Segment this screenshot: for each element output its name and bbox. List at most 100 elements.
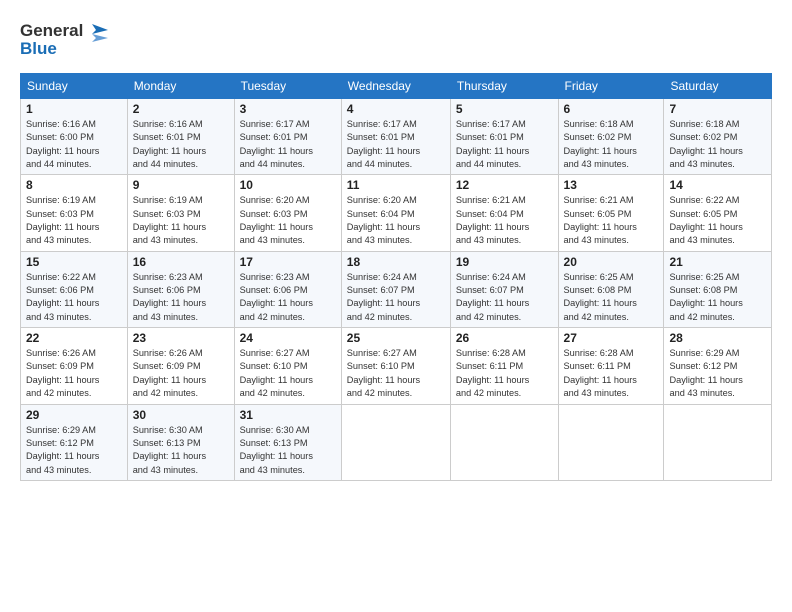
day-info: Sunrise: 6:29 AMSunset: 6:12 PMDaylight:…: [26, 425, 99, 475]
day-number: 13: [564, 178, 659, 192]
day-cell: 28 Sunrise: 6:29 AMSunset: 6:12 PMDayligh…: [664, 328, 772, 404]
logo-text-block: General Blue: [20, 16, 110, 65]
day-info: Sunrise: 6:26 AMSunset: 6:09 PMDaylight:…: [133, 348, 206, 398]
day-number: 20: [564, 255, 659, 269]
day-info: Sunrise: 6:17 AMSunset: 6:01 PMDaylight:…: [347, 119, 420, 169]
day-number: 31: [240, 408, 336, 422]
day-number: 9: [133, 178, 229, 192]
day-cell: [341, 404, 450, 480]
day-number: 21: [669, 255, 766, 269]
day-number: 18: [347, 255, 445, 269]
day-info: Sunrise: 6:16 AMSunset: 6:00 PMDaylight:…: [26, 119, 99, 169]
day-number: 30: [133, 408, 229, 422]
day-number: 22: [26, 331, 122, 345]
day-number: 16: [133, 255, 229, 269]
logo: General Blue: [20, 16, 110, 65]
day-info: Sunrise: 6:23 AMSunset: 6:06 PMDaylight:…: [133, 272, 206, 322]
day-cell: 27Sunrise: 6:28 AMSunset: 6:11 PMDayligh…: [558, 328, 664, 404]
day-cell: 23Sunrise: 6:26 AMSunset: 6:09 PMDayligh…: [127, 328, 234, 404]
day-cell: 7 Sunrise: 6:18 AMSunset: 6:02 PMDaylight…: [664, 99, 772, 175]
day-number: 17: [240, 255, 336, 269]
day-number: 19: [456, 255, 553, 269]
day-info: Sunrise: 6:27 AMSunset: 6:10 PMDaylight:…: [240, 348, 313, 398]
day-info: Sunrise: 6:18 AMSunset: 6:02 PMDaylight:…: [669, 119, 742, 169]
day-info: Sunrise: 6:21 AMSunset: 6:04 PMDaylight:…: [456, 195, 529, 245]
day-cell: 4 Sunrise: 6:17 AMSunset: 6:01 PMDaylight…: [341, 99, 450, 175]
day-number: 14: [669, 178, 766, 192]
day-info: Sunrise: 6:26 AMSunset: 6:09 PMDaylight:…: [26, 348, 99, 398]
day-number: 27: [564, 331, 659, 345]
day-number: 29: [26, 408, 122, 422]
day-cell: 31Sunrise: 6:30 AMSunset: 6:13 PMDayligh…: [234, 404, 341, 480]
svg-text:General: General: [20, 21, 83, 40]
day-number: 6: [564, 102, 659, 116]
day-number: 2: [133, 102, 229, 116]
day-info: Sunrise: 6:30 AMSunset: 6:13 PMDaylight:…: [133, 425, 206, 475]
day-number: 26: [456, 331, 553, 345]
header-day-tuesday: Tuesday: [234, 74, 341, 99]
day-info: Sunrise: 6:25 AMSunset: 6:08 PMDaylight:…: [564, 272, 637, 322]
week-row-4: 22 Sunrise: 6:26 AMSunset: 6:09 PMDayligh…: [21, 328, 772, 404]
header-day-sunday: Sunday: [21, 74, 128, 99]
day-number: 28: [669, 331, 766, 345]
day-cell: 19 Sunrise: 6:24 AMSunset: 6:07 PMDayligh…: [450, 251, 558, 327]
day-info: Sunrise: 6:27 AMSunset: 6:10 PMDaylight:…: [347, 348, 420, 398]
week-row-2: 8 Sunrise: 6:19 AMSunset: 6:03 PMDaylight…: [21, 175, 772, 251]
day-cell: [664, 404, 772, 480]
week-row-5: 29 Sunrise: 6:29 AMSunset: 6:12 PMDayligh…: [21, 404, 772, 480]
day-cell: 22 Sunrise: 6:26 AMSunset: 6:09 PMDayligh…: [21, 328, 128, 404]
header: General Blue: [20, 16, 772, 65]
day-cell: 29 Sunrise: 6:29 AMSunset: 6:12 PMDayligh…: [21, 404, 128, 480]
svg-text:Blue: Blue: [20, 39, 57, 58]
day-info: Sunrise: 6:21 AMSunset: 6:05 PMDaylight:…: [564, 195, 637, 245]
day-cell: 2 Sunrise: 6:16 AMSunset: 6:01 PMDaylight…: [127, 99, 234, 175]
week-row-3: 15Sunrise: 6:22 AMSunset: 6:06 PMDayligh…: [21, 251, 772, 327]
day-cell: 16 Sunrise: 6:23 AMSunset: 6:06 PMDayligh…: [127, 251, 234, 327]
day-info: Sunrise: 6:23 AMSunset: 6:06 PMDaylight:…: [240, 272, 313, 322]
day-number: 1: [26, 102, 122, 116]
day-number: 24: [240, 331, 336, 345]
day-info: Sunrise: 6:19 AMSunset: 6:03 PMDaylight:…: [26, 195, 99, 245]
day-cell: 20 Sunrise: 6:25 AMSunset: 6:08 PMDayligh…: [558, 251, 664, 327]
day-number: 10: [240, 178, 336, 192]
day-info: Sunrise: 6:28 AMSunset: 6:11 PMDaylight:…: [456, 348, 529, 398]
day-number: 3: [240, 102, 336, 116]
day-info: Sunrise: 6:24 AMSunset: 6:07 PMDaylight:…: [456, 272, 529, 322]
day-info: Sunrise: 6:24 AMSunset: 6:07 PMDaylight:…: [347, 272, 420, 322]
header-day-monday: Monday: [127, 74, 234, 99]
day-info: Sunrise: 6:29 AMSunset: 6:12 PMDaylight:…: [669, 348, 742, 398]
day-cell: 6 Sunrise: 6:18 AMSunset: 6:02 PMDaylight…: [558, 99, 664, 175]
day-cell: [558, 404, 664, 480]
day-info: Sunrise: 6:20 AMSunset: 6:03 PMDaylight:…: [240, 195, 313, 245]
calendar-table: SundayMondayTuesdayWednesdayThursdayFrid…: [20, 73, 772, 481]
day-cell: 26 Sunrise: 6:28 AMSunset: 6:11 PMDayligh…: [450, 328, 558, 404]
day-cell: 21Sunrise: 6:25 AMSunset: 6:08 PMDayligh…: [664, 251, 772, 327]
day-cell: [450, 404, 558, 480]
day-number: 11: [347, 178, 445, 192]
day-cell: 9Sunrise: 6:19 AMSunset: 6:03 PMDaylight…: [127, 175, 234, 251]
day-number: 25: [347, 331, 445, 345]
day-info: Sunrise: 6:18 AMSunset: 6:02 PMDaylight:…: [564, 119, 637, 169]
day-number: 4: [347, 102, 445, 116]
header-row: SundayMondayTuesdayWednesdayThursdayFrid…: [21, 74, 772, 99]
day-number: 12: [456, 178, 553, 192]
day-info: Sunrise: 6:22 AMSunset: 6:05 PMDaylight:…: [669, 195, 742, 245]
day-number: 5: [456, 102, 553, 116]
page: General Blue SundayMondayTuesdayWednesda…: [0, 0, 792, 612]
day-cell: 14 Sunrise: 6:22 AMSunset: 6:05 PMDayligh…: [664, 175, 772, 251]
day-number: 8: [26, 178, 122, 192]
header-day-saturday: Saturday: [664, 74, 772, 99]
day-cell: 18 Sunrise: 6:24 AMSunset: 6:07 PMDayligh…: [341, 251, 450, 327]
day-number: 7: [669, 102, 766, 116]
day-cell: 5Sunrise: 6:17 AMSunset: 6:01 PMDaylight…: [450, 99, 558, 175]
day-cell: 25 Sunrise: 6:27 AMSunset: 6:10 PMDayligh…: [341, 328, 450, 404]
header-day-friday: Friday: [558, 74, 664, 99]
day-cell: 30 Sunrise: 6:30 AMSunset: 6:13 PMDayligh…: [127, 404, 234, 480]
day-cell: 15Sunrise: 6:22 AMSunset: 6:06 PMDayligh…: [21, 251, 128, 327]
day-info: Sunrise: 6:16 AMSunset: 6:01 PMDaylight:…: [133, 119, 206, 169]
day-cell: 10 Sunrise: 6:20 AMSunset: 6:03 PMDayligh…: [234, 175, 341, 251]
day-info: Sunrise: 6:20 AMSunset: 6:04 PMDaylight:…: [347, 195, 420, 245]
day-cell: 8 Sunrise: 6:19 AMSunset: 6:03 PMDaylight…: [21, 175, 128, 251]
header-day-thursday: Thursday: [450, 74, 558, 99]
day-cell: 1 Sunrise: 6:16 AMSunset: 6:00 PMDaylight…: [21, 99, 128, 175]
